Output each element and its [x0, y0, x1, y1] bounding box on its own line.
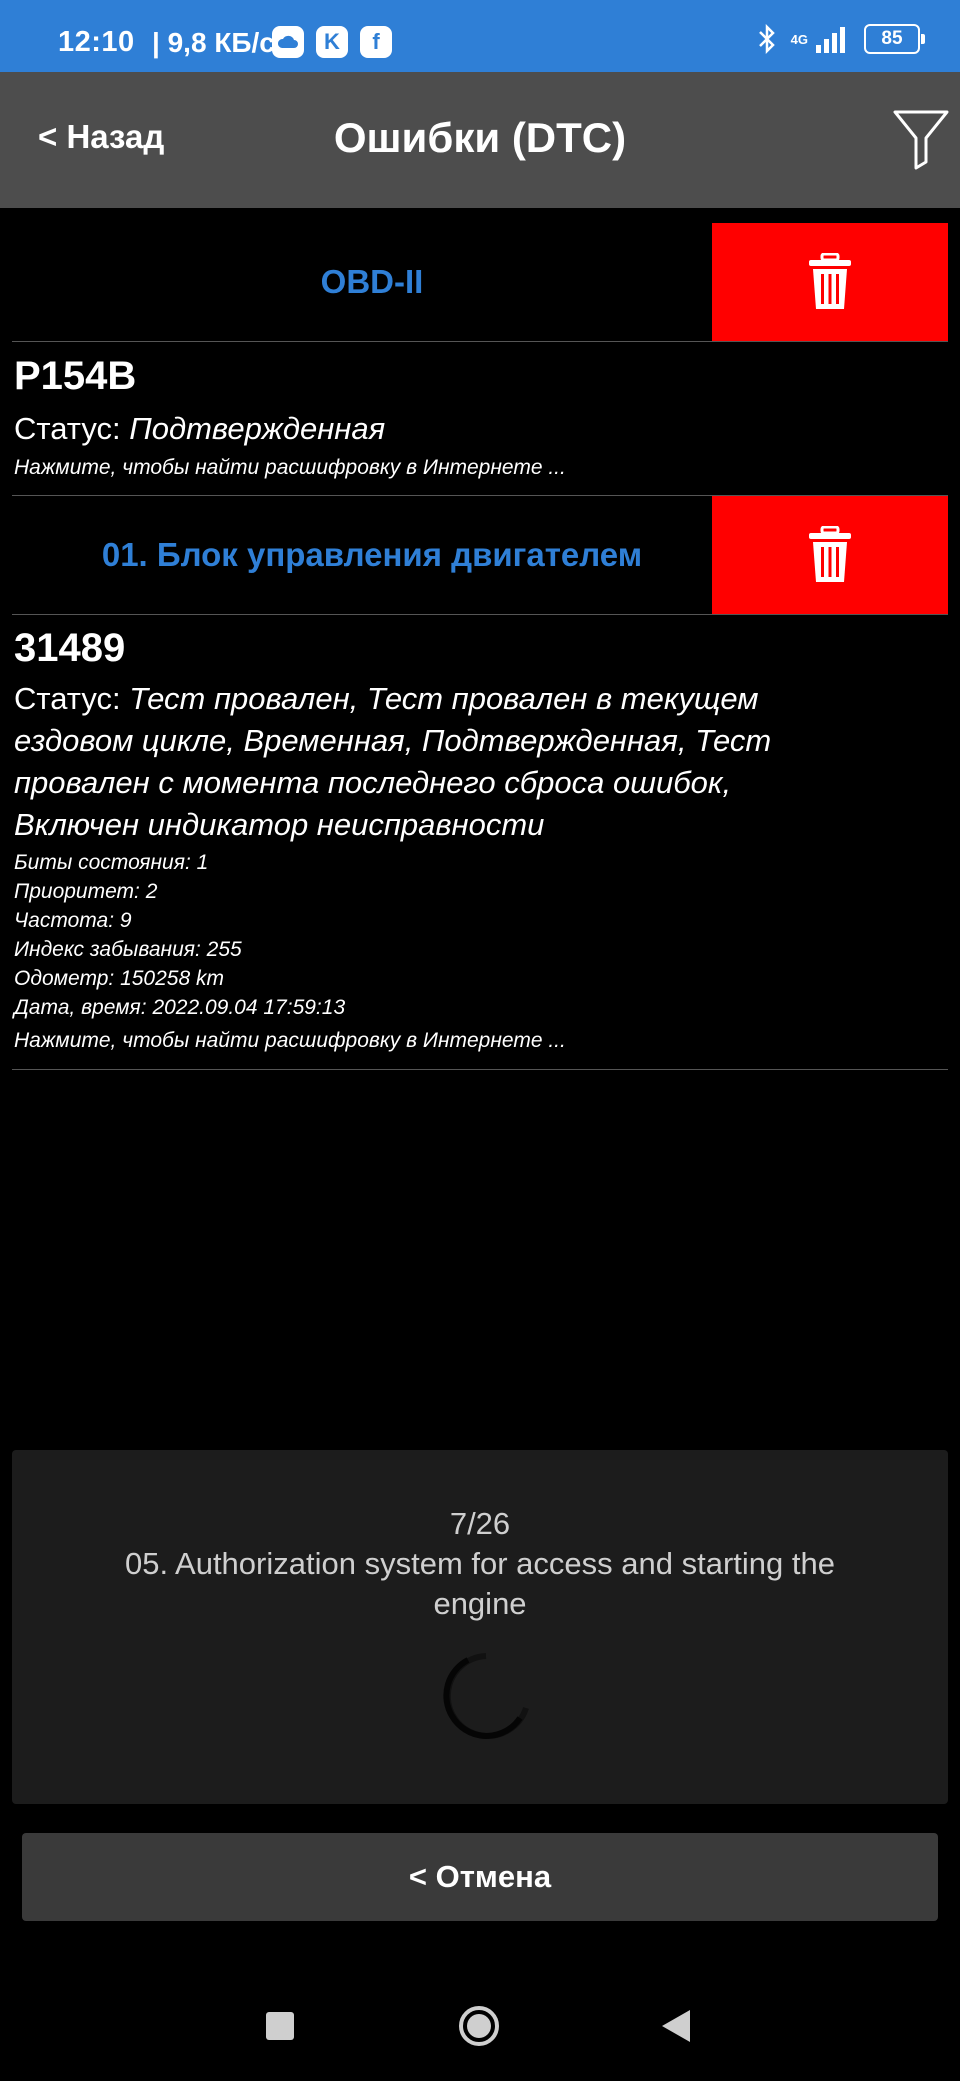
home-icon[interactable] — [457, 2004, 501, 2048]
status-value: ездовом цикле, Временная, Подтвержденная… — [14, 723, 772, 758]
status-value: Тест провален, Тест провален в текущем — [129, 681, 759, 716]
search-online-link[interactable]: Нажмите, чтобы найти расшифровку в Интер… — [14, 1029, 566, 1053]
network-type: 4G — [790, 31, 808, 47]
trash-icon — [809, 526, 851, 582]
progress-line: 05. Authorization system for access and … — [125, 1546, 835, 1581]
back-button[interactable]: < Назад — [38, 118, 164, 156]
status-label: Статус: — [14, 411, 121, 446]
system-nav-bar — [0, 1960, 960, 2081]
delete-button[interactable] — [712, 496, 948, 614]
bluetooth-icon — [758, 24, 775, 54]
recents-icon[interactable] — [266, 2012, 294, 2040]
signal-icon — [816, 27, 845, 53]
scan-progress-dialog: 7/26 05. Authorization system for access… — [12, 1450, 948, 1804]
notification-icons: K f — [272, 26, 392, 58]
app-header: < Назад Ошибки (DTC) — [0, 72, 960, 208]
progress-module-name: 05. Authorization system for access and … — [52, 1544, 908, 1624]
delete-button[interactable] — [712, 223, 948, 341]
divider — [12, 341, 948, 342]
dtc-status: Статус: Тест провален, Тест провален в т… — [14, 678, 814, 846]
filter-icon — [893, 110, 949, 170]
battery-level: 85 — [881, 28, 903, 49]
divider — [12, 1069, 948, 1070]
detail-priority: Приоритет: 2 — [14, 880, 158, 903]
status-label: Статус: — [14, 681, 121, 716]
detail-odometer: Одометр: 150258 km — [14, 967, 224, 990]
dtc-details: Биты состояния: 1 Приоритет: 2 Частота: … — [14, 848, 345, 1022]
network-speed: | 9,8 КБ/с — [152, 27, 275, 58]
detail-status-bits: Биты состояния: 1 — [14, 851, 209, 874]
k-app-icon: K — [316, 26, 348, 58]
detail-frequency: Частота: 9 — [14, 909, 132, 932]
dtc-code[interactable]: 31489 — [14, 626, 125, 671]
dtc-status: Статус: Подтвержденная — [14, 408, 814, 450]
section-header-obd: OBD-II — [0, 223, 960, 341]
progress-count: 7/26 — [449, 1506, 511, 1541]
cancel-button[interactable]: < Отмена — [22, 1833, 938, 1921]
search-online-link[interactable]: Нажмите, чтобы найти расшифровку в Интер… — [14, 456, 566, 480]
detail-forget-index: Индекс забывания: 255 — [14, 938, 242, 961]
status-value: провален с момента последнего сброса оши… — [14, 765, 732, 800]
divider — [12, 614, 948, 615]
loading-spinner-icon — [443, 1653, 529, 1739]
back-triangle-icon[interactable] — [660, 2008, 692, 2044]
clock: 12:10 — [58, 26, 135, 58]
trash-icon — [809, 253, 851, 309]
section-title: 01. Блок управления двигателем — [101, 536, 643, 573]
status-value: Включен индикатор неисправности — [14, 807, 545, 842]
cloud-app-icon — [272, 26, 304, 58]
detail-datetime: Дата, время: 2022.09.04 17:59:13 — [14, 996, 346, 1019]
dtc-code[interactable]: P154B — [14, 354, 136, 399]
facebook-icon: f — [360, 26, 392, 58]
system-icons: 4G 85 — [757, 24, 925, 54]
section-title: OBD-II — [320, 263, 424, 300]
section-header-engine: 01. Блок управления двигателем — [0, 496, 960, 614]
filter-button[interactable] — [892, 108, 950, 170]
progress-line: engine — [433, 1586, 527, 1621]
battery-icon: 85 — [864, 24, 925, 54]
status-bar: 12:10 | 9,8 КБ/с K f 4G 85 — [0, 0, 960, 72]
status-value: Подтвержденная — [129, 411, 386, 446]
